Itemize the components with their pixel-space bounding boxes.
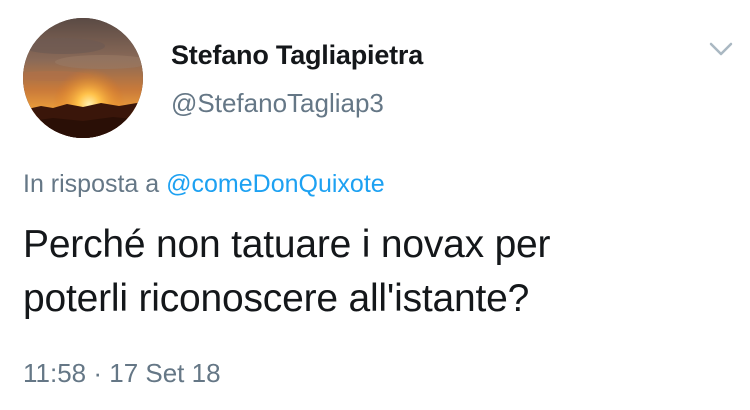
reply-mention-link[interactable]: @comeDonQuixote (166, 170, 385, 198)
tweet-menu-button[interactable] (706, 36, 736, 62)
author-avatar[interactable] (23, 18, 143, 138)
reply-prefix: In risposta a (23, 170, 160, 198)
author-handle[interactable]: @StefanoTagliap3 (171, 88, 384, 119)
chevron-down-icon (709, 42, 733, 56)
tweet-text: Perché non tatuare i novax per poterli r… (23, 218, 723, 326)
tweet-card: Stefano Tagliapietra @StefanoTagliap3 In… (0, 0, 750, 410)
tweet-timestamp[interactable]: 11:58 · 17 Set 18 (23, 358, 221, 389)
reply-context: In risposta a @comeDonQuixote (23, 170, 385, 199)
sunset-avatar-icon (23, 18, 143, 138)
tweet-text-line: poterli riconoscere all'istante? (23, 277, 530, 320)
tweet-text-line: Perché non tatuare i novax per (23, 223, 551, 266)
author-name[interactable]: Stefano Tagliapietra (171, 40, 423, 71)
